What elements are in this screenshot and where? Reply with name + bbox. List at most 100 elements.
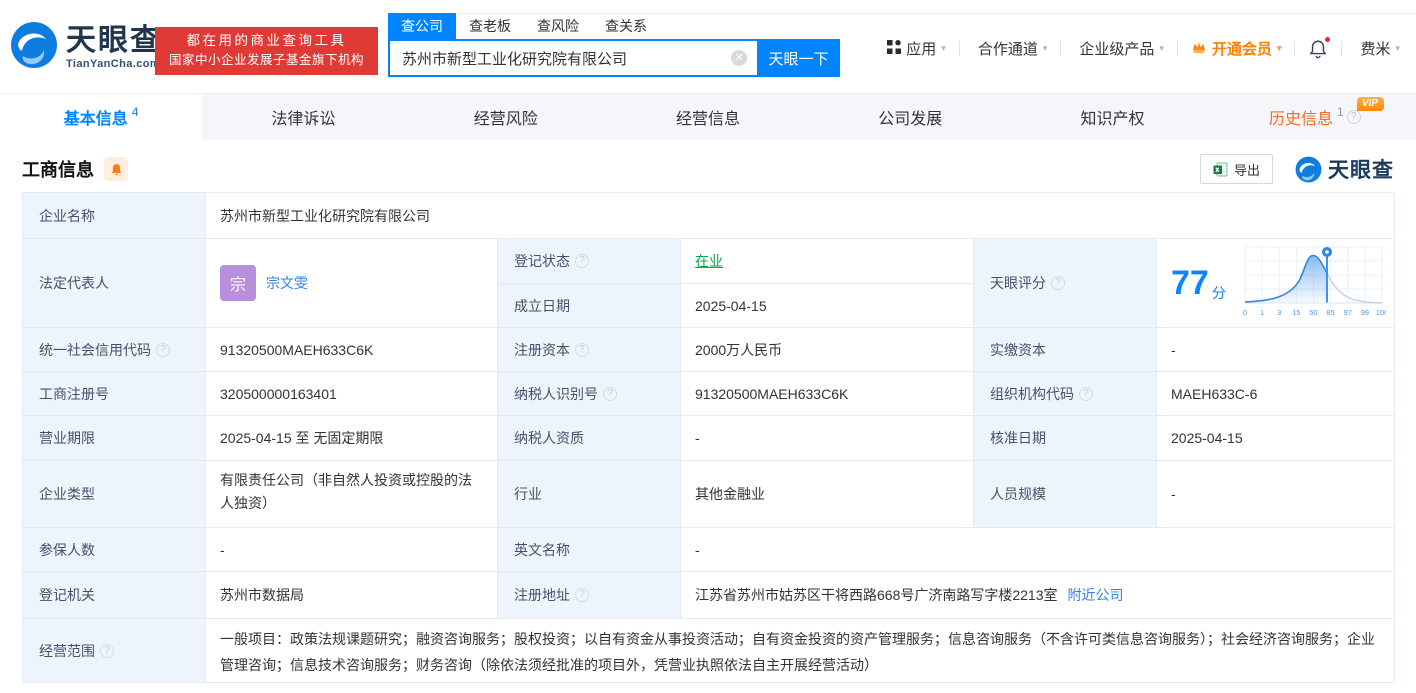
- clear-search-icon[interactable]: ✕: [731, 50, 747, 66]
- field-label: 法定代表人: [23, 239, 206, 328]
- excel-icon: [1213, 162, 1228, 177]
- tab-legal-proceedings[interactable]: 法律诉讼: [202, 94, 404, 140]
- paid-capital-value: -: [1157, 328, 1395, 372]
- field-label: 登记状态?: [498, 239, 681, 284]
- chevron-down-icon: ▾: [1277, 43, 1282, 54]
- field-label: 经营范围?: [23, 619, 206, 683]
- staff-size-value: -: [1157, 461, 1395, 528]
- field-label: 注册资本?: [498, 328, 681, 372]
- divider: [1060, 41, 1061, 56]
- legal-rep-link[interactable]: 宗文雯: [266, 273, 308, 293]
- nav-apps-label: 应用: [906, 38, 936, 59]
- field-label: 营业期限: [23, 416, 206, 461]
- tianyancha-logo[interactable]: 天眼查 TianYanCha.com: [10, 21, 162, 74]
- tab-intellectual-property[interactable]: 知识产权: [1011, 94, 1213, 140]
- nav-user-menu[interactable]: 费米 ▾: [1355, 38, 1400, 59]
- search-tab-risk[interactable]: 查风险: [524, 13, 592, 39]
- registered-address-cell: 江苏省苏州市姑苏区干将西路668号广济南路写字楼2213室 附近公司: [681, 572, 1395, 619]
- field-label: 核准日期: [974, 416, 1157, 461]
- search-button[interactable]: 天眼一下: [757, 39, 840, 77]
- help-icon[interactable]: ?: [575, 254, 589, 268]
- search-tab-company[interactable]: 查公司: [388, 13, 456, 39]
- watermark-logo: 天眼查: [1295, 154, 1394, 184]
- top-navigation: 应用 ▾ 合作通道 ▾ 企业级产品 ▾ 开通会员 ▾: [887, 38, 1400, 59]
- search-tab-boss[interactable]: 查老板: [456, 13, 524, 39]
- svg-text:15: 15: [1292, 308, 1300, 317]
- nav-partner-label: 合作通道: [978, 38, 1038, 59]
- help-icon[interactable]: ?: [1079, 387, 1093, 401]
- help-icon[interactable]: ?: [156, 343, 170, 357]
- chevron-down-icon: ▾: [1395, 43, 1400, 54]
- field-label: 天眼评分?: [974, 239, 1157, 328]
- logo-subtext: TianYanCha.com: [66, 58, 162, 70]
- field-label: 实缴资本: [974, 328, 1157, 372]
- brand-slogan-badge: 都在用的商业查询工具 国家中小企业发展子基金旗下机构: [155, 27, 378, 75]
- divider: [1177, 41, 1178, 56]
- tab-business-info[interactable]: 经营信息: [607, 94, 809, 140]
- subscribe-bell-button[interactable]: [104, 157, 128, 181]
- taxpayer-quality-value: -: [681, 416, 974, 461]
- tab-label: 历史信息: [1269, 105, 1333, 129]
- search-block: 查公司 查老板 查风险 查关系 ✕ 天眼一下: [388, 14, 840, 77]
- apps-grid-icon: [887, 40, 901, 58]
- nav-vip-label: 开通会员: [1212, 38, 1272, 59]
- field-label: 人员规模: [974, 461, 1157, 528]
- registered-address-value: 江苏省苏州市姑苏区干将西路668号广济南路写字楼2213室: [695, 585, 1058, 605]
- notification-bell[interactable]: [1308, 39, 1328, 59]
- field-label: 行业: [498, 461, 681, 528]
- tianyancha-swirl-icon: [10, 21, 58, 74]
- score-distribution-chart: 0 1 3 15 50 85 97 99 100: [1241, 245, 1386, 322]
- tab-label: 法律诉讼: [271, 105, 335, 129]
- help-icon[interactable]: ?: [100, 644, 114, 658]
- help-icon[interactable]: ?: [575, 343, 589, 357]
- legal-rep-cell: 宗 宗文雯: [206, 239, 498, 328]
- help-icon[interactable]: ?: [603, 387, 617, 401]
- nav-apps[interactable]: 应用 ▾: [887, 38, 946, 59]
- score-value: 77: [1171, 264, 1209, 302]
- tab-count: 1: [1337, 105, 1344, 119]
- svg-text:85: 85: [1326, 308, 1334, 317]
- field-label: 企业类型: [23, 461, 206, 528]
- registration-status-value: 在业: [681, 239, 974, 284]
- tab-history-info[interactable]: VIP 历史信息 1 ?: [1214, 94, 1416, 140]
- company-type-value: 有限责任公司（非自然人投资或控股的法人独资）: [206, 461, 498, 528]
- help-icon[interactable]: ?: [1051, 276, 1065, 290]
- nav-partner-channel[interactable]: 合作通道 ▾: [973, 38, 1048, 59]
- tab-label: 经营信息: [676, 105, 740, 129]
- notification-dot: [1324, 36, 1331, 43]
- registered-capital-value: 2000万人民币: [681, 328, 974, 372]
- tab-basic-info[interactable]: 基本信息 4: [0, 94, 202, 140]
- section-title: 工商信息: [22, 156, 94, 182]
- nav-enterprise-product[interactable]: 企业级产品 ▾: [1074, 38, 1164, 59]
- nav-open-vip[interactable]: 开通会员 ▾: [1191, 38, 1282, 59]
- field-label: 工商注册号: [23, 372, 206, 416]
- credit-code-value: 91320500MAEH633C6K: [206, 328, 498, 372]
- field-label: 纳税人资质: [498, 416, 681, 461]
- legal-rep-avatar[interactable]: 宗: [220, 265, 256, 301]
- business-term-value: 2025-04-15 至 无固定期限: [206, 416, 498, 461]
- export-label: 导出: [1234, 160, 1260, 179]
- nearby-companies-link[interactable]: 附近公司: [1068, 585, 1124, 605]
- username-label: 费米: [1360, 38, 1390, 59]
- tab-company-development[interactable]: 公司发展: [809, 94, 1011, 140]
- help-icon[interactable]: ?: [1347, 110, 1361, 124]
- field-label: 成立日期: [498, 284, 681, 328]
- search-input[interactable]: [388, 39, 757, 77]
- field-label: 英文名称: [498, 528, 681, 572]
- score-unit: 分: [1212, 285, 1226, 301]
- svg-text:97: 97: [1344, 308, 1352, 317]
- field-label: 注册地址?: [498, 572, 681, 619]
- company-name-value: 苏州市新型工业化研究院有限公司: [206, 193, 1395, 239]
- crown-icon: [1191, 39, 1207, 59]
- export-button[interactable]: 导出: [1200, 154, 1273, 184]
- bell-icon: [110, 163, 123, 176]
- status-link[interactable]: 在业: [695, 251, 723, 271]
- tyc-score-cell: 77分: [1157, 239, 1395, 328]
- search-tab-relation[interactable]: 查关系: [592, 13, 660, 39]
- tab-operating-risk[interactable]: 经营风险: [405, 94, 607, 140]
- registration-number-value: 320500000163401: [206, 372, 498, 416]
- help-icon[interactable]: ?: [575, 588, 589, 602]
- tab-label: 知识产权: [1081, 105, 1145, 129]
- chevron-down-icon: ▾: [1159, 43, 1164, 54]
- divider: [1341, 41, 1342, 56]
